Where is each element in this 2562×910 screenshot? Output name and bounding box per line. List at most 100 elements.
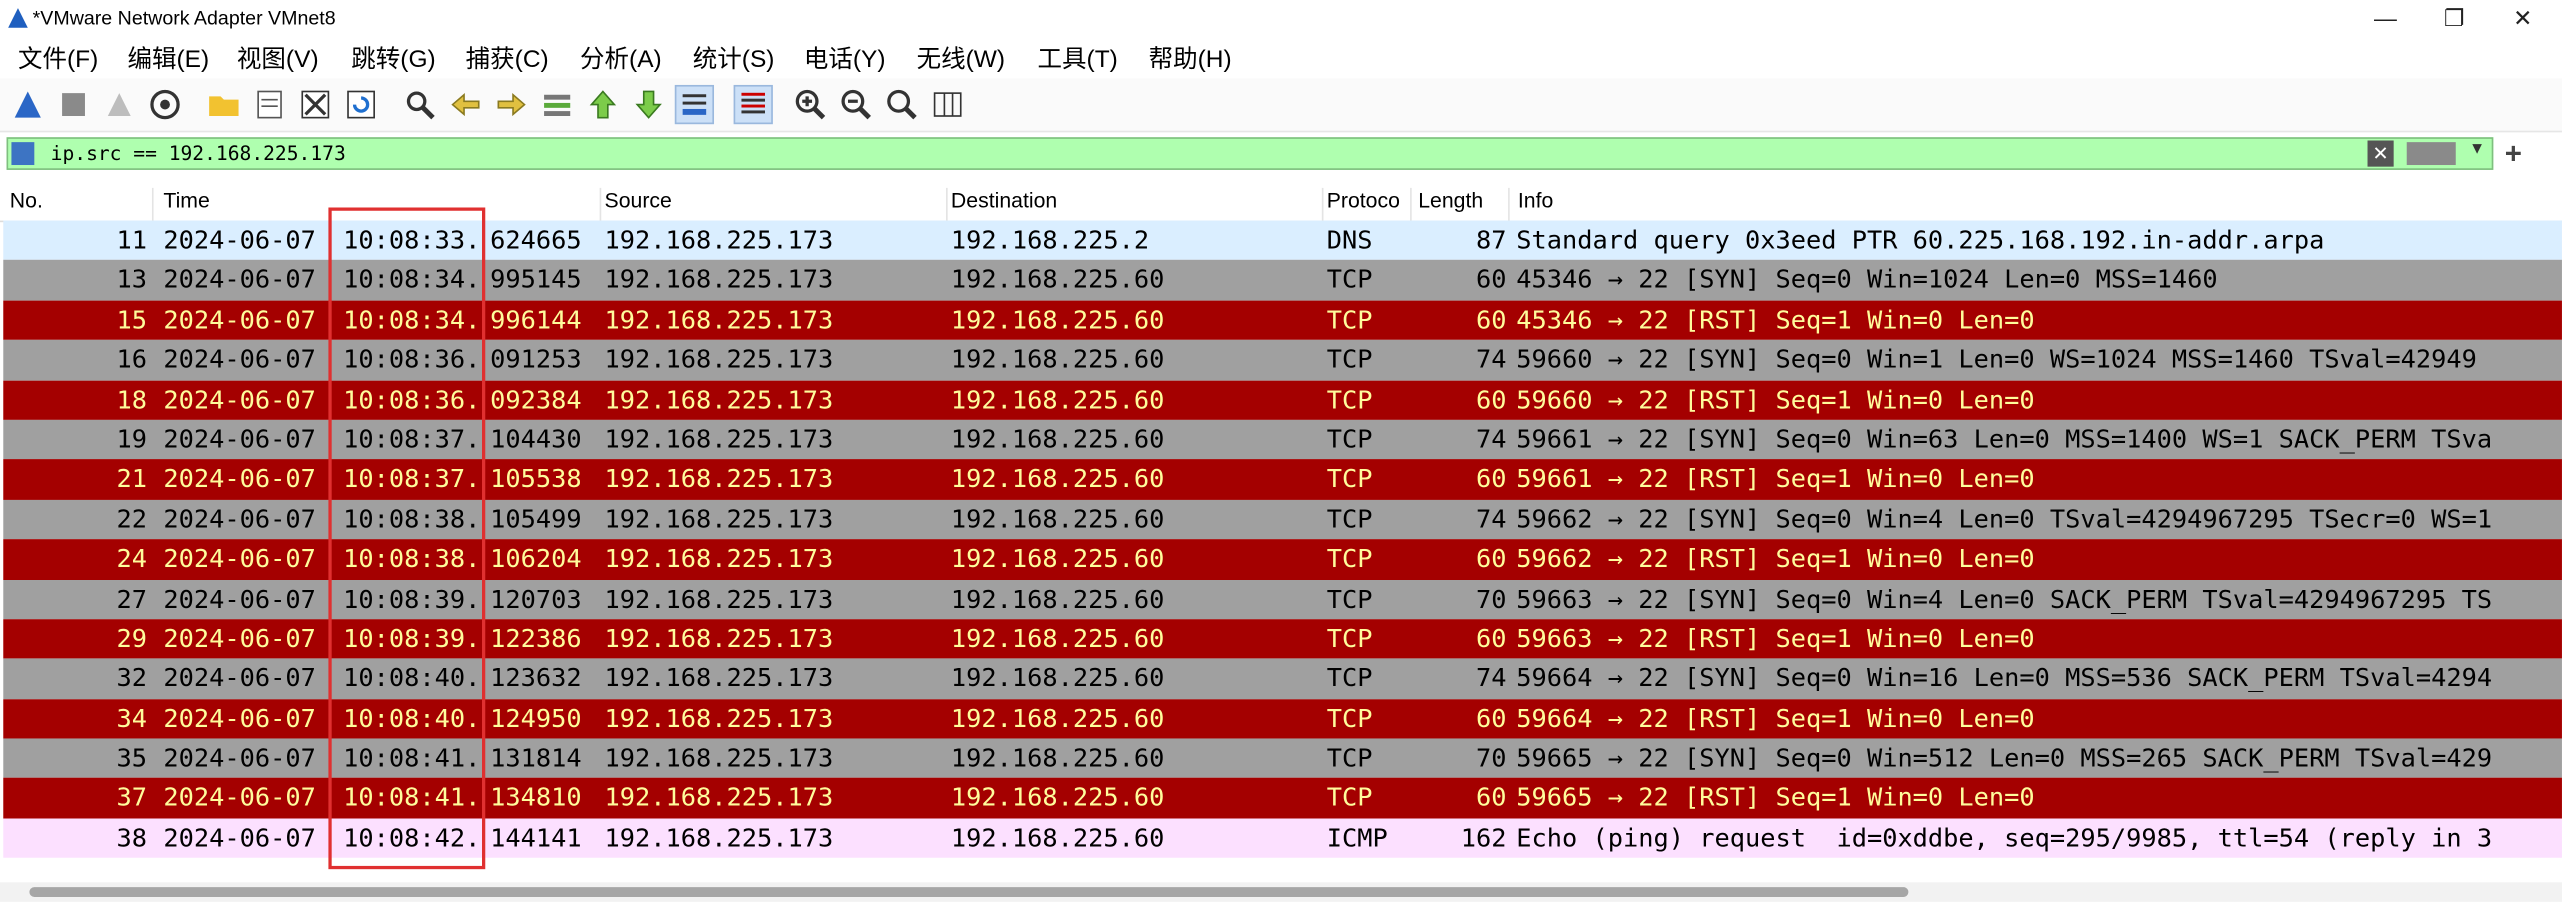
shark-fin-start-icon[interactable] <box>8 85 47 124</box>
cell-info: 59664 → 22 [SYN] Seq=0 Win=16 Len=0 MSS=… <box>1516 663 2493 694</box>
display-filter-bar[interactable]: ip.src == 192.168.225.173 ✕ ▼ <box>6 137 2494 170</box>
menu-view[interactable]: 视图(V) <box>237 41 319 75</box>
cell-destination: 192.168.225.60 <box>950 464 1165 494</box>
resize-columns-icon[interactable] <box>928 85 967 124</box>
menu-file[interactable]: 文件(F) <box>18 41 98 75</box>
column-header-destination[interactable]: Destination <box>951 187 1324 221</box>
packet-row[interactable]: 19 2024-06-07 10:08:37. 104430 192.168.225.1… <box>3 419 2562 460</box>
restore-button[interactable]: ❐ <box>2425 0 2484 36</box>
scrollbar-thumb[interactable] <box>29 887 1909 897</box>
packet-row[interactable]: 16 2024-06-07 10:08:36. 091253 192.168.225.1… <box>3 340 2562 380</box>
last-packet-icon[interactable] <box>629 85 668 124</box>
back-icon[interactable] <box>446 85 485 124</box>
packet-row[interactable]: 11 2024-06-07 10:08:33. 624665 192.168.225.1… <box>3 220 2562 261</box>
capture-options-icon[interactable] <box>145 85 184 124</box>
menu-edit[interactable]: 编辑(E) <box>127 41 209 75</box>
cell-no: 21 <box>116 464 148 494</box>
save-file-icon[interactable] <box>250 85 289 124</box>
close-file-icon[interactable] <box>296 85 335 124</box>
cell-no: 18 <box>116 384 148 415</box>
cell-info: 59665 → 22 [SYN] Seq=0 Win=512 Len=0 MSS… <box>1516 743 2493 773</box>
packet-row[interactable]: 27 2024-06-07 10:08:39. 120703 192.168.225.1… <box>3 579 2562 620</box>
cell-destination: 192.168.225.60 <box>950 584 1165 614</box>
cell-protocol: TCP <box>1326 464 1373 494</box>
clear-filter-icon[interactable]: ✕ <box>2367 140 2394 167</box>
cell-destination: 192.168.225.60 <box>950 544 1165 574</box>
column-header-source[interactable]: Source <box>605 187 948 221</box>
cell-destination: 192.168.225.60 <box>950 743 1165 773</box>
column-header-info[interactable]: Info <box>1518 188 2547 221</box>
cell-length: 60 <box>1475 783 1507 813</box>
cell-time-seconds: 10:08:34. <box>343 305 481 335</box>
menu-telephony[interactable]: 电话(Y) <box>804 41 886 75</box>
packet-row[interactable]: 34 2024-06-07 10:08:40. 124950 192.168.225.1… <box>3 698 2562 739</box>
menu-go[interactable]: 跳转(G) <box>351 41 435 75</box>
normal-size-icon[interactable] <box>882 85 921 124</box>
menu-analyze[interactable]: 分析(A) <box>580 41 662 75</box>
window-title: *VMware Network Adapter VMnet8 <box>32 6 336 30</box>
go-to-packet-icon[interactable] <box>538 85 577 124</box>
cell-time-fraction: 122386 <box>490 623 582 654</box>
column-header-no[interactable]: No. <box>10 187 154 221</box>
packet-row[interactable]: 32 2024-06-07 10:08:40. 123632 192.168.225.1… <box>3 658 2562 699</box>
cell-destination: 192.168.225.60 <box>950 265 1165 295</box>
apply-filter-icon[interactable] <box>2406 142 2456 166</box>
packet-list: 11 2024-06-07 10:08:33. 624665 192.168.225.1… <box>3 220 2562 859</box>
find-icon[interactable] <box>400 85 439 124</box>
cell-info: 59660 → 22 [RST] Seq=1 Win=0 Len=0 <box>1516 384 2035 415</box>
zoom-out-icon[interactable] <box>837 85 876 124</box>
cell-protocol: TCP <box>1326 544 1373 574</box>
title-bar: *VMware Network Adapter VMnet8 — ❐ ✕ <box>0 0 2562 36</box>
menu-help[interactable]: 帮助(H) <box>1149 41 1232 75</box>
cell-length: 74 <box>1475 504 1507 534</box>
stop-icon[interactable] <box>54 85 93 124</box>
packet-row[interactable]: 35 2024-06-07 10:08:41. 131814 192.168.225.1… <box>3 738 2562 779</box>
packet-row[interactable]: 15 2024-06-07 10:08:34. 996144 192.168.225.1… <box>3 300 2562 341</box>
open-folder-icon[interactable] <box>204 85 243 124</box>
zoom-in-icon[interactable] <box>791 85 830 124</box>
menu-statistics[interactable]: 统计(S) <box>693 41 775 75</box>
first-packet-icon[interactable] <box>583 85 622 124</box>
packet-row[interactable]: 38 2024-06-07 10:08:42. 144141 192.168.225.1… <box>3 818 2562 859</box>
bookmark-icon[interactable] <box>11 142 35 166</box>
column-header-protocol[interactable]: Protoco <box>1327 187 1412 221</box>
minimize-button[interactable]: — <box>2356 0 2415 36</box>
packet-row[interactable]: 29 2024-06-07 10:08:39. 122386 192.168.225.1… <box>3 619 2562 659</box>
cell-info: 59662 → 22 [SYN] Seq=0 Win=4 Len=0 TSval… <box>1516 504 2493 534</box>
column-header-time[interactable]: Time <box>163 187 602 221</box>
close-button[interactable]: ✕ <box>2493 0 2552 36</box>
display-filter-input[interactable]: ip.src == 192.168.225.173 <box>51 142 346 165</box>
cell-no: 24 <box>116 544 148 574</box>
cell-date: 2024-06-07 <box>163 265 316 295</box>
menu-capture[interactable]: 捕获(C) <box>466 41 549 75</box>
cell-source: 192.168.225.173 <box>604 424 834 455</box>
cell-length: 87 <box>1475 225 1507 255</box>
menu-wireless[interactable]: 无线(W) <box>917 41 1005 75</box>
packet-row[interactable]: 24 2024-06-07 10:08:38. 106204 192.168.225.1… <box>3 539 2562 580</box>
cell-length: 70 <box>1475 743 1507 773</box>
column-header-length[interactable]: Length <box>1418 187 1510 221</box>
packet-row[interactable]: 13 2024-06-07 10:08:34. 995145 192.168.225.1… <box>3 260 2562 301</box>
cell-no: 16 <box>116 345 148 375</box>
cell-info: 45346 → 22 [RST] Seq=1 Win=0 Len=0 <box>1516 305 2035 335</box>
menu-tools[interactable]: 工具(T) <box>1038 41 1118 75</box>
autoscroll-icon[interactable] <box>674 84 715 125</box>
colorize-icon[interactable] <box>733 84 773 125</box>
cell-info: 59663 → 22 [RST] Seq=1 Win=0 Len=0 <box>1516 623 2035 654</box>
cell-length: 60 <box>1475 464 1507 494</box>
packet-row[interactable]: 18 2024-06-07 10:08:36. 092384 192.168.225.1… <box>3 379 2562 420</box>
chevron-down-icon[interactable]: ▼ <box>2469 141 2485 159</box>
packet-row[interactable]: 22 2024-06-07 10:08:38. 105499 192.168.225.1… <box>3 499 2562 540</box>
add-filter-button[interactable]: + <box>2505 137 2522 171</box>
cell-time-fraction: 996144 <box>490 305 582 335</box>
cell-date: 2024-06-07 <box>163 225 316 255</box>
reload-icon[interactable] <box>341 85 380 124</box>
cell-source: 192.168.225.173 <box>604 345 834 375</box>
wireshark-fin-icon <box>8 8 28 28</box>
restart-icon[interactable] <box>100 85 139 124</box>
forward-icon[interactable] <box>492 85 531 124</box>
packet-row[interactable]: 21 2024-06-07 10:08:37. 105538 192.168.225.1… <box>3 459 2562 500</box>
cell-no: 13 <box>116 265 148 295</box>
packet-row[interactable]: 37 2024-06-07 10:08:41. 134810 192.168.225.1… <box>3 778 2562 819</box>
horizontal-scrollbar[interactable] <box>0 882 2562 902</box>
